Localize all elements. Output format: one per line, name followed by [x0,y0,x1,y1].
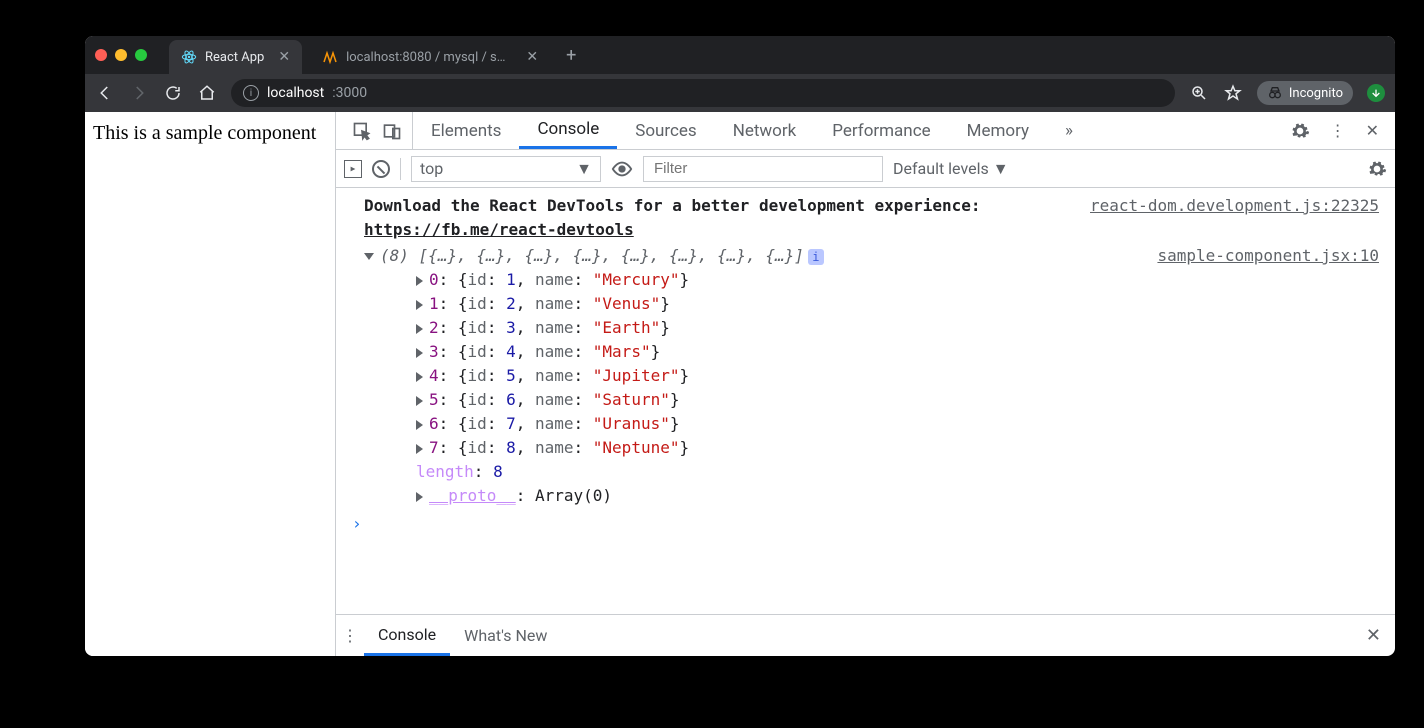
close-tab-icon[interactable]: ✕ [526,49,538,65]
devtools-more-tabs-button[interactable]: » [1047,112,1091,149]
array-entry[interactable]: 0: {id: 1, name: "Mercury"} [392,268,1379,292]
site-info-icon[interactable]: i [243,85,259,101]
expand-toggle-icon[interactable] [416,492,423,502]
array-entry[interactable]: 6: {id: 7, name: "Uranus"} [392,412,1379,436]
device-toolbar-icon[interactable] [382,121,402,141]
react-devtools-link[interactable]: https://fb.me/react-devtools [364,220,634,239]
array-entry[interactable]: 2: {id: 3, name: "Earth"} [392,316,1379,340]
phpmyadmin-icon [322,49,338,65]
array-entry[interactable]: 3: {id: 4, name: "Mars"} [392,340,1379,364]
incognito-label: Incognito [1289,86,1343,101]
array-summary[interactable]: (8) [{…}, {…}, {…}, {…}, {…}, {…}, {…}, … [380,246,804,265]
close-window-button[interactable] [95,49,107,61]
console-sidebar-toggle-icon[interactable] [344,160,362,178]
expand-toggle-icon[interactable] [416,396,423,406]
expand-toggle-icon[interactable] [364,253,374,260]
devtools-tab-console[interactable]: Console [519,112,617,149]
expand-toggle-icon[interactable] [416,276,423,286]
tab-title: localhost:8080 / mysql / sampl [346,50,512,65]
extension-indicator[interactable] [1367,84,1385,102]
devtools-menu-icon[interactable]: ⋮ [1320,112,1356,149]
expand-toggle-icon[interactable] [416,348,423,358]
home-button[interactable] [197,83,217,103]
tab-title: React App [205,50,264,65]
react-icon [181,49,197,65]
live-expression-icon[interactable] [611,158,633,180]
bookmark-star-icon[interactable] [1223,83,1243,103]
levels-label: Default levels [893,159,989,178]
array-entries: 0: {id: 1, name: "Mercury"}1: {id: 2, na… [364,268,1379,460]
console-filter-input[interactable] [643,156,883,182]
array-entry[interactable]: 4: {id: 5, name: "Jupiter"} [392,364,1379,388]
console-array-log: sample-component.jsx:10 (8) [{…}, {…}, {… [336,244,1395,508]
console-output: react-dom.development.js:22325 Download … [336,188,1395,614]
page-text: This is a sample component [93,122,316,144]
clear-console-icon[interactable] [372,160,390,178]
url-path: :3000 [332,85,367,101]
array-length-row: length: 8 [392,460,1379,484]
close-tab-icon[interactable]: ✕ [278,49,290,65]
source-link[interactable]: sample-component.jsx:10 [1157,244,1379,268]
browser-tab-react-app[interactable]: React App ✕ [169,40,302,74]
expand-toggle-icon[interactable] [416,420,423,430]
maximize-window-button[interactable] [135,49,147,61]
expand-toggle-icon[interactable] [416,300,423,310]
expand-toggle-icon[interactable] [416,324,423,334]
context-label: top [420,159,443,178]
back-button[interactable] [95,83,115,103]
log-levels-selector[interactable]: Default levels ▼ [893,159,1009,179]
devtools-close-icon[interactable]: ✕ [1356,112,1389,149]
console-toolbar: top ▼ Default levels ▼ [336,150,1395,188]
browser-window: React App ✕ localhost:8080 / mysql / sam… [85,36,1395,656]
viewport: This is a sample component ElementsConso… [85,112,1395,656]
info-badge-icon[interactable]: i [808,249,824,265]
array-proto-row[interactable]: __proto__: Array(0) [392,484,1379,508]
devtools-settings-icon[interactable] [1280,112,1320,149]
console-prompt[interactable]: › [336,508,1395,540]
drawer-close-icon[interactable]: ✕ [1352,615,1395,656]
console-message: react-dom.development.js:22325 Download … [336,192,1395,244]
zoom-icon[interactable] [1189,83,1209,103]
browser-tab-phpmyadmin[interactable]: localhost:8080 / mysql / sampl ✕ [310,40,550,74]
filter-field[interactable] [652,159,874,178]
url-host: localhost [267,85,324,101]
message-text: Download the React DevTools for a better… [364,196,981,215]
drawer-tab-what-s-new[interactable]: What's New [450,615,561,656]
devtools-picker-group [342,112,413,149]
array-entry[interactable]: 1: {id: 2, name: "Venus"} [392,292,1379,316]
devtools-drawer: ⋮ ConsoleWhat's New ✕ [336,614,1395,656]
drawer-menu-icon[interactable]: ⋮ [336,615,364,656]
devtools-tab-memory[interactable]: Memory [949,112,1047,149]
array-entry[interactable]: 5: {id: 6, name: "Saturn"} [392,388,1379,412]
page-content: This is a sample component [85,112,336,656]
devtools-tab-network[interactable]: Network [715,112,815,149]
incognito-badge[interactable]: Incognito [1257,81,1353,105]
array-entry[interactable]: 7: {id: 8, name: "Neptune"} [392,436,1379,460]
devtools-panel: ElementsConsoleSourcesNetworkPerformance… [336,112,1395,656]
console-settings-icon[interactable] [1367,159,1387,179]
forward-button[interactable] [129,83,149,103]
source-link[interactable]: react-dom.development.js:22325 [1090,194,1379,218]
toolbar-right: Incognito [1189,81,1385,105]
minimize-window-button[interactable] [115,49,127,61]
new-tab-button[interactable]: + [558,45,584,66]
devtools-tabbar: ElementsConsoleSourcesNetworkPerformance… [336,112,1395,150]
inspect-element-icon[interactable] [352,121,372,141]
chevron-down-icon: ▼ [576,159,592,179]
window-controls [95,49,147,61]
chevron-down-icon: ▼ [993,159,1009,179]
omnibox[interactable]: i localhost :3000 [231,79,1175,107]
expand-toggle-icon[interactable] [416,444,423,454]
devtools-tab-elements[interactable]: Elements [413,112,519,149]
drawer-tab-console[interactable]: Console [364,615,450,656]
reload-button[interactable] [163,83,183,103]
devtools-tab-performance[interactable]: Performance [814,112,948,149]
address-bar: i localhost :3000 Incognito [85,74,1395,112]
devtools-tab-sources[interactable]: Sources [617,112,714,149]
tab-strip: React App ✕ localhost:8080 / mysql / sam… [85,36,1395,74]
execution-context-selector[interactable]: top ▼ [411,156,601,182]
expand-toggle-icon[interactable] [416,372,423,382]
